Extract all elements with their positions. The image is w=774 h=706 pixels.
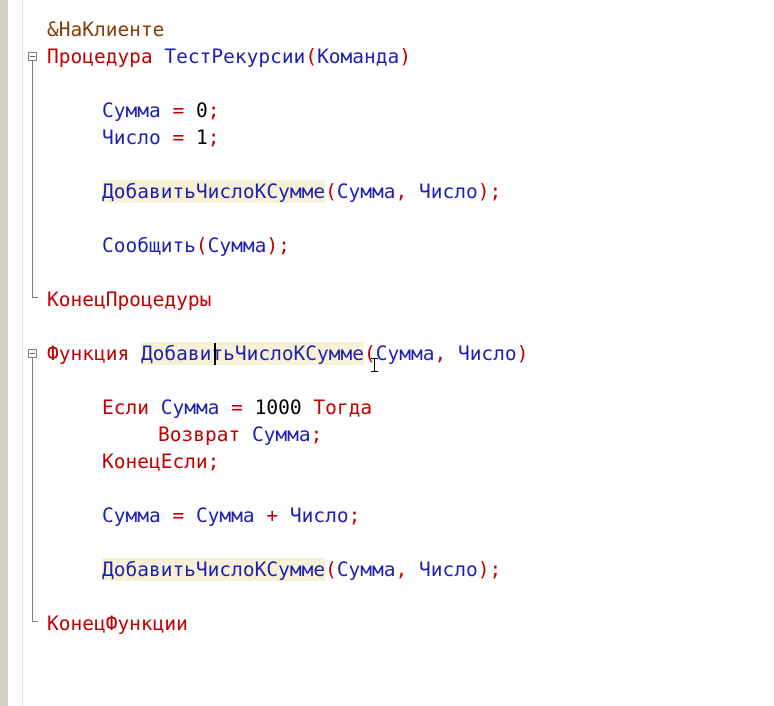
paren-open: ( bbox=[195, 234, 208, 257]
code-line-call-add: ДобавитьЧислоКСумме(Сумма, Число); bbox=[102, 178, 501, 205]
paren-close: ) bbox=[516, 342, 529, 365]
code-line-directive: &НаКлиенте bbox=[47, 16, 164, 43]
function-name-part: Добав bbox=[140, 342, 200, 365]
variable: Сумма bbox=[102, 504, 161, 527]
then-keyword: Тогда bbox=[313, 396, 373, 419]
function-fold-line bbox=[32, 358, 33, 621]
function-fold-end bbox=[32, 621, 38, 622]
end-function-keyword: КонецФункции bbox=[47, 612, 188, 635]
variable: Сумма bbox=[102, 99, 161, 122]
argument: Сумма bbox=[207, 234, 267, 257]
operator: = bbox=[160, 126, 196, 149]
code-line-function-header: Функция ДобавитьЧислоКСумме(Сумма, Число… bbox=[47, 340, 528, 367]
comma: , bbox=[395, 180, 419, 203]
code-line-assign-chislo: Число = 1; bbox=[102, 124, 219, 151]
code-line-end-function: КонецФункции bbox=[47, 610, 188, 637]
function-call-highlighted: ДобавитьЧислоКСумме bbox=[102, 180, 326, 203]
operator: + bbox=[254, 504, 290, 527]
paren-open: ( bbox=[325, 558, 337, 581]
code-line-endif: КонецЕсли; bbox=[102, 448, 219, 475]
procedure-param: Команда bbox=[317, 45, 400, 68]
number-literal: 1000 bbox=[254, 396, 302, 419]
semicolon: ; bbox=[207, 126, 220, 149]
paren-close: ) bbox=[399, 45, 411, 68]
argument: Сумма bbox=[336, 558, 396, 581]
code-line-sum: Сумма = Сумма + Число; bbox=[102, 502, 360, 529]
directive: &НаКлиенте bbox=[47, 18, 165, 41]
semicolon: ; bbox=[310, 423, 323, 446]
code-line-end-procedure: КонецПроцедуры bbox=[47, 286, 211, 313]
procedure-fold-line bbox=[32, 61, 33, 297]
code-editor[interactable]: &НаКлиенте Процедура ТестРекурсии(Команд… bbox=[0, 0, 774, 706]
argument: Число bbox=[419, 558, 478, 581]
paren-close: ); bbox=[477, 558, 502, 581]
parameter: Число bbox=[457, 342, 517, 365]
code-line-assign-summa: Сумма = 0; bbox=[102, 97, 219, 124]
semicolon: ; bbox=[348, 504, 361, 527]
endif-keyword: КонецЕсли; bbox=[102, 450, 220, 473]
paren-close: ); bbox=[266, 234, 290, 257]
collapse-procedure-icon[interactable] bbox=[28, 52, 37, 61]
operator: = bbox=[160, 99, 196, 122]
if-keyword: Если bbox=[102, 396, 149, 419]
function-name-part: итьЧислоКСумме bbox=[199, 342, 365, 365]
mouse-ibeam-icon bbox=[371, 358, 378, 372]
variable: Число bbox=[289, 504, 349, 527]
variable: Сумма bbox=[160, 396, 220, 419]
variable: Сумма bbox=[251, 423, 311, 446]
function-call: Сообщить bbox=[102, 234, 196, 257]
function-name: ДобавитьЧислоКСумме bbox=[140, 342, 365, 365]
function-keyword: Функция bbox=[47, 342, 130, 365]
function-call-highlighted: ДобавитьЧислоКСумме bbox=[102, 558, 326, 581]
paren-open: ( bbox=[305, 45, 318, 68]
comma: , bbox=[395, 558, 419, 581]
end-procedure-keyword: КонецПроцедуры bbox=[47, 288, 212, 311]
code-line-procedure-header: Процедура ТестРекурсии(Команда) bbox=[47, 43, 411, 70]
paren-close: ); bbox=[477, 180, 502, 203]
collapse-function-icon[interactable] bbox=[28, 349, 37, 358]
code-line-return: Возврат Сумма; bbox=[158, 421, 322, 448]
number-literal: 0 bbox=[195, 99, 208, 122]
operator: = bbox=[219, 396, 255, 419]
argument: Число bbox=[419, 180, 478, 203]
semicolon: ; bbox=[207, 99, 220, 122]
code-line-recursive-call: ДобавитьЧислоКСумме(Сумма, Число); bbox=[102, 556, 501, 583]
operator: = bbox=[160, 504, 196, 527]
variable: Число bbox=[102, 126, 161, 149]
comma: , bbox=[434, 342, 458, 365]
procedure-keyword: Процедура bbox=[47, 45, 153, 68]
number-literal: 1 bbox=[195, 126, 208, 149]
procedure-fold-end bbox=[32, 297, 38, 298]
variable: Сумма bbox=[195, 504, 255, 527]
code-line-message: Сообщить(Сумма); bbox=[102, 232, 290, 259]
code-line-if: Если Сумма = 1000 Тогда bbox=[102, 394, 372, 421]
procedure-name: ТестРекурсии bbox=[164, 45, 306, 68]
parameter: Сумма bbox=[375, 342, 435, 365]
paren-open: ( bbox=[325, 180, 337, 203]
argument: Сумма bbox=[336, 180, 396, 203]
return-keyword: Возврат bbox=[158, 423, 241, 446]
text-cursor bbox=[214, 343, 216, 365]
